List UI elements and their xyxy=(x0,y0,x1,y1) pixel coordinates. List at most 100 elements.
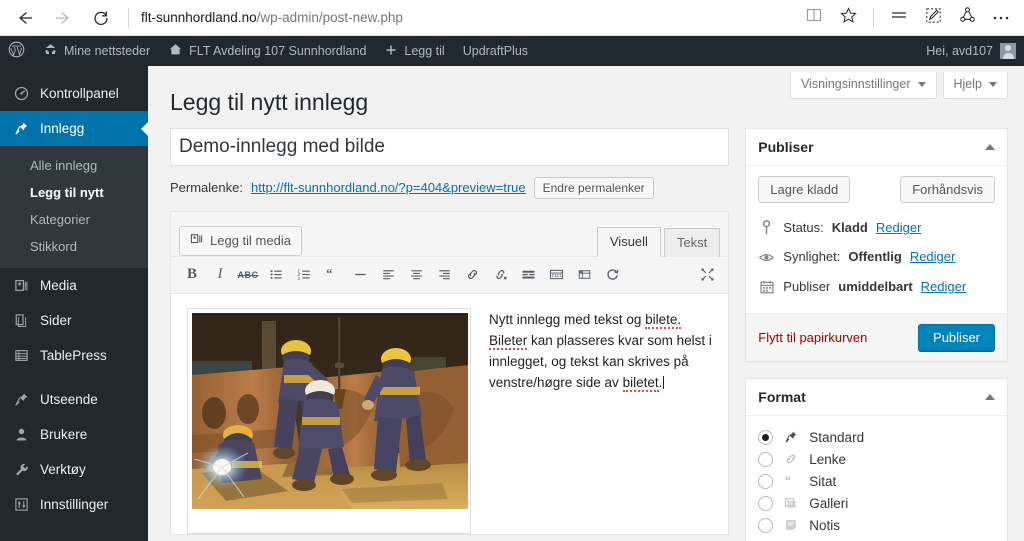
calendar-icon xyxy=(758,280,775,294)
tab-visuell[interactable]: Visuell xyxy=(596,226,661,257)
editor-content-area[interactable]: Nytt innlegg med tekst og bilete. Bilete… xyxy=(171,293,729,534)
sidebar-item-brukere[interactable]: Brukere xyxy=(0,417,148,452)
save-draft-button[interactable]: Lagre kladd xyxy=(758,175,851,203)
editor-toolbar: B I ABC 123 “ xyxy=(171,255,729,294)
adminbar-item-site-name[interactable]: FLT Avdeling 107 Sunnhordland xyxy=(159,36,375,66)
site-home-icon xyxy=(168,42,183,60)
toolbar-toggle-button[interactable] xyxy=(543,263,569,287)
radio-lenke[interactable] xyxy=(758,451,774,467)
distraction-free-button[interactable] xyxy=(694,263,720,287)
read-more-button[interactable] xyxy=(515,263,541,287)
chevron-up-icon[interactable] xyxy=(985,394,995,401)
sidebar-subitem-stikkord[interactable]: Stikkord xyxy=(0,233,148,260)
edit-permalink-button[interactable]: Endre permalenker xyxy=(533,176,654,199)
preview-button[interactable]: Forhåndsvis xyxy=(900,175,995,203)
back-arrow-icon xyxy=(15,8,35,28)
edit-visibility-link[interactable]: Rediger xyxy=(910,247,956,267)
horizontal-line-button[interactable] xyxy=(347,263,373,287)
publish-action-buttons: Lagre kladd Forhåndsvis xyxy=(758,175,995,203)
align-right-button[interactable] xyxy=(431,263,457,287)
favorite-button[interactable] xyxy=(831,2,865,34)
format-label-lenke: Lenke xyxy=(809,451,847,467)
sidebar-subitem-kategorier[interactable]: Kategorier xyxy=(0,206,148,233)
adminbar-label-new: Legg til xyxy=(404,44,445,58)
numbered-list-button[interactable]: 123 xyxy=(291,263,317,287)
sidebar-item-utseende[interactable]: Utseende xyxy=(0,382,148,417)
sidebar-item-innstillinger[interactable]: Innstillinger xyxy=(0,487,148,522)
tab-tekst[interactable]: Tekst xyxy=(663,227,721,257)
post-paragraph: Nytt innlegg med tekst og bilete. Bilete… xyxy=(489,310,712,394)
wordpress-logo-icon xyxy=(8,41,25,61)
tablepress-refresh-button[interactable] xyxy=(599,263,625,287)
italic-button[interactable]: I xyxy=(207,263,233,287)
format-option-notis[interactable]: Notis xyxy=(758,514,995,536)
move-to-trash-link[interactable]: Flytt til papirkurven xyxy=(758,330,867,345)
bold-button[interactable]: B xyxy=(179,263,205,287)
sidebar-item-media[interactable]: Media xyxy=(0,268,148,303)
adminbar-account-area[interactable]: Hei, avd107 xyxy=(926,43,1024,59)
sidebar-item-duplicator[interactable]: Duplicator xyxy=(0,531,148,541)
post-text-content: Nytt innlegg med tekst og bilete. Bilete… xyxy=(489,308,712,534)
sidebar-subitem-alle-innlegg[interactable]: Alle innlegg xyxy=(0,152,148,179)
insert-link-button[interactable] xyxy=(459,263,485,287)
pages-icon xyxy=(11,313,31,328)
bulleted-list-button[interactable] xyxy=(263,263,289,287)
post-title-input[interactable] xyxy=(170,127,730,166)
edit-schedule-link[interactable]: Rediger xyxy=(921,277,967,297)
share-button[interactable] xyxy=(950,2,984,34)
hub-button[interactable] xyxy=(882,2,916,34)
reading-view-button[interactable] xyxy=(797,2,831,34)
strikethrough-button[interactable]: ABC xyxy=(235,263,261,287)
eye-icon xyxy=(758,251,775,264)
publish-button[interactable]: Publiser xyxy=(918,324,995,352)
adminbar-item-updraftplus[interactable]: UpdraftPlus xyxy=(454,36,537,66)
sidebar-item-innlegg[interactable]: Innlegg xyxy=(0,111,148,146)
adminbar-label-site-name: FLT Avdeling 107 Sunnhordland xyxy=(189,44,367,58)
sidebar-item-kontrollpanel[interactable]: Kontrollpanel xyxy=(0,76,148,111)
post-edit-body: Permalenke: http://flt-sunnhordland.no/?… xyxy=(164,127,1008,541)
permalink-url-link[interactable]: http://flt-sunnhordland.no/?p=404&previe… xyxy=(251,180,526,195)
sidebar-item-tablepress[interactable]: TablePress xyxy=(0,338,148,373)
radio-sitat[interactable] xyxy=(758,473,774,489)
back-button[interactable] xyxy=(6,2,44,34)
publish-status-label: Status: xyxy=(783,219,824,235)
reload-button[interactable] xyxy=(82,2,120,34)
appearance-brush-icon xyxy=(11,392,31,407)
add-media-button[interactable]: Legg til media xyxy=(179,226,302,256)
adminbar-item-my-sites[interactable]: Mine nettsteder xyxy=(34,36,159,66)
format-option-sitat[interactable]: “ Sitat xyxy=(758,470,995,492)
sidebar-label-media: Media xyxy=(40,278,77,293)
radio-standard[interactable] xyxy=(758,429,774,445)
format-option-lenke[interactable]: Lenke xyxy=(758,448,995,470)
forward-button[interactable] xyxy=(44,2,82,34)
format-option-galleri[interactable]: Galleri xyxy=(758,492,995,514)
radio-galleri[interactable] xyxy=(758,495,774,511)
sidebar-item-verktoy[interactable]: Verktøy xyxy=(0,452,148,487)
adminbar-label-updraftplus: UpdraftPlus xyxy=(462,44,529,58)
post-image-frame[interactable] xyxy=(187,307,471,534)
sidebar-subitem-legg-til-nytt[interactable]: Legg til nytt xyxy=(0,179,148,206)
publish-metabox-body: Lagre kladd Forhåndsvis Status: Kladd Re… xyxy=(746,166,1007,314)
align-left-button[interactable] xyxy=(375,263,401,287)
chevron-up-icon[interactable] xyxy=(985,143,995,150)
insert-table-button[interactable] xyxy=(571,263,597,287)
adminbar-item-new[interactable]: Legg til xyxy=(375,36,453,66)
align-center-button[interactable] xyxy=(403,263,429,287)
remove-link-button[interactable] xyxy=(487,263,513,287)
radio-notis[interactable] xyxy=(758,517,774,533)
avatar xyxy=(1000,43,1016,59)
dashboard-icon xyxy=(11,86,31,101)
screen-options-label: Visningsinnstillinger xyxy=(800,77,911,91)
more-button[interactable] xyxy=(984,2,1018,34)
web-note-button[interactable] xyxy=(916,2,950,34)
address-bar[interactable]: flt-sunnhordland.no/wp-admin/post-new.ph… xyxy=(137,2,797,34)
blockquote-button[interactable]: “ xyxy=(319,263,345,287)
format-option-standard[interactable]: Standard xyxy=(758,426,995,448)
help-button[interactable]: Hjelp xyxy=(942,72,1008,99)
permalink-row: Permalenke: http://flt-sunnhordland.no/?… xyxy=(170,176,729,199)
sidebar-item-sider[interactable]: Sider xyxy=(0,303,148,338)
adminbar-wordpress-logo[interactable] xyxy=(0,36,34,66)
screen-options-button[interactable]: Visningsinnstillinger xyxy=(789,72,937,99)
publish-visibility-label: Synlighet: xyxy=(783,249,841,265)
edit-status-link[interactable]: Rediger xyxy=(876,218,922,238)
